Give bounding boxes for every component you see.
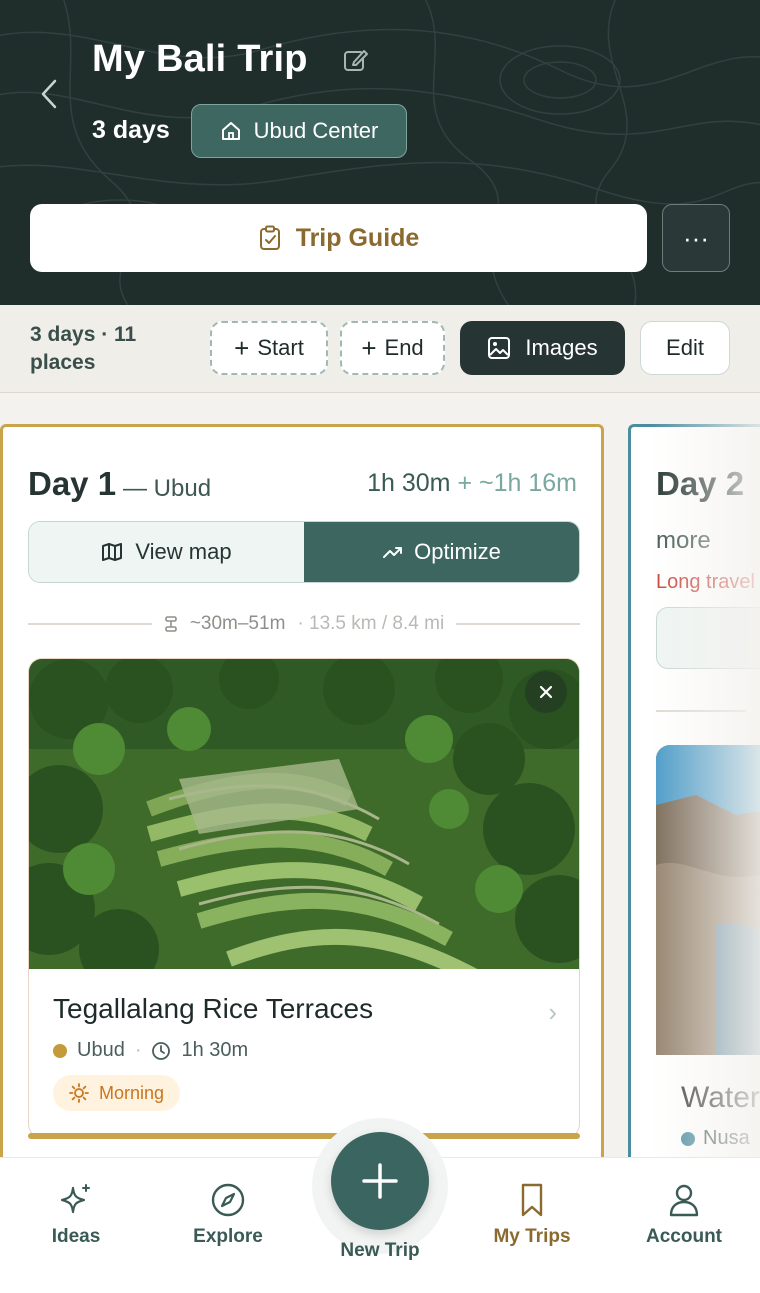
place-photo: [29, 659, 579, 969]
trip-header: My Bali Trip 3 days Ubud Center Trip Gui…: [0, 0, 760, 305]
new-trip-button[interactable]: [331, 1132, 429, 1230]
place-area: Nusa: [703, 1127, 750, 1149]
area-dot-icon: [53, 1043, 67, 1058]
day-2-card[interactable]: Day 2 more Long travel Water Nusa: [628, 424, 760, 1164]
view-map-button[interactable]: [656, 607, 760, 669]
nav-explore-label: Explore: [193, 1226, 263, 1247]
place-name: Tegallalang Rice Terraces: [53, 993, 374, 1024]
day-more: more: [656, 527, 711, 554]
plus-icon: +: [361, 333, 377, 363]
day-actions: View map Optimize: [28, 521, 580, 583]
day-title: Day 1: [28, 465, 117, 502]
add-start-label: Start: [257, 335, 304, 360]
view-map-label: View map: [135, 539, 232, 564]
edit-trip-button[interactable]: Edit: [640, 321, 730, 375]
trip-title: My Bali Trip: [92, 38, 308, 80]
more-options-button[interactable]: ···: [662, 204, 730, 272]
plus-icon: [362, 1163, 398, 1199]
route-time: ~30m–51m: [189, 613, 286, 634]
place-photo: [656, 745, 760, 1055]
day-area: — Ubud: [123, 475, 212, 502]
sparkles-icon: [60, 1184, 90, 1214]
edit-title-button[interactable]: [342, 46, 370, 74]
route-icon: [165, 616, 177, 632]
trip-toolbar: 3 days · 11 places + Start + End Images …: [0, 305, 760, 393]
trending-up-icon: [383, 547, 403, 558]
trip-summary: 3 days · 11 places: [30, 323, 137, 374]
optimize-label: Optimize: [414, 539, 501, 564]
route-distance: ~30m–51m · 13.5 km / 8.4 mi: [28, 612, 580, 636]
place-duration: 1h 30m: [181, 1039, 249, 1061]
add-end-button[interactable]: + End: [340, 321, 445, 375]
separator: ·: [134, 1039, 142, 1061]
close-icon: [539, 685, 553, 699]
time-of-day-label: Morning: [99, 1082, 165, 1103]
bookmark-icon: [521, 1183, 543, 1217]
add-start-button[interactable]: + Start: [210, 321, 328, 375]
place-meta: Ubud · 1h 30m: [53, 1039, 248, 1062]
place-area: Ubud: [77, 1039, 125, 1061]
home-base-button[interactable]: Ubud Center: [191, 104, 407, 158]
day-title: Day 2: [656, 465, 745, 502]
place-name: Water: [681, 1081, 760, 1114]
time-of-day-badge: Morning: [53, 1075, 181, 1111]
next-place-edge: [28, 1133, 580, 1139]
pencil-edit-icon: [344, 50, 368, 71]
new-trip-label: New Trip: [340, 1240, 420, 1261]
nav-ideas-label: Ideas: [51, 1226, 101, 1247]
long-travel-warning: Long travel: [656, 571, 755, 593]
nav-account-label: Account: [646, 1226, 722, 1247]
divider: [656, 710, 746, 712]
divider: [456, 623, 580, 625]
nav-my-trips-label: My Trips: [493, 1226, 571, 1247]
clipboard-check-icon: [259, 225, 280, 250]
view-map-button[interactable]: View map: [29, 522, 304, 582]
nav-ideas[interactable]: Ideas: [6, 1182, 146, 1248]
route-distance-value: · 13.5 km / 8.4 mi: [297, 613, 445, 634]
clock-icon: [152, 1041, 171, 1060]
images-toggle-button[interactable]: Images: [460, 321, 625, 375]
plus-icon: +: [234, 333, 250, 363]
nav-my-trips[interactable]: My Trips: [462, 1182, 602, 1248]
more-dots-icon: ···: [683, 222, 709, 253]
image-icon: [488, 337, 511, 359]
divider: [28, 623, 152, 625]
place-card[interactable]: Tegallalang Rice Terraces › Ubud · 1h 30…: [28, 658, 580, 1138]
images-label: Images: [525, 335, 598, 360]
trip-guide-button[interactable]: Trip Guide: [30, 204, 647, 272]
edit-label: Edit: [666, 335, 704, 360]
trip-days: 3 days: [92, 116, 170, 144]
map-icon: [102, 543, 123, 561]
optimize-button[interactable]: Optimize: [304, 522, 579, 582]
nav-account[interactable]: Account: [614, 1182, 754, 1248]
chevron-left-icon: [41, 79, 57, 109]
back-button[interactable]: [34, 76, 64, 112]
home-base-label: Ubud Center: [253, 118, 379, 143]
area-dot-icon: [681, 1131, 695, 1146]
user-icon: [669, 1184, 699, 1217]
nav-explore[interactable]: Explore: [158, 1182, 298, 1248]
day-1-card: Day 1 — Ubud 1h 30m + ~1h 16m View map O…: [0, 424, 604, 1164]
place-meta: Nusa: [681, 1127, 750, 1150]
compass-icon: [211, 1183, 245, 1217]
day-travel-extra: + ~1h 16m: [457, 469, 577, 497]
add-end-label: End: [384, 335, 424, 360]
day-duration: 1h 30m + ~1h 16m: [367, 469, 577, 498]
remove-place-button[interactable]: [525, 671, 567, 713]
home-icon: [221, 122, 240, 140]
trip-guide-label: Trip Guide: [295, 223, 420, 252]
sun-icon: [69, 1083, 89, 1103]
chevron-right-icon[interactable]: ›: [548, 997, 557, 1028]
day-duration-value: 1h 30m: [367, 469, 451, 497]
